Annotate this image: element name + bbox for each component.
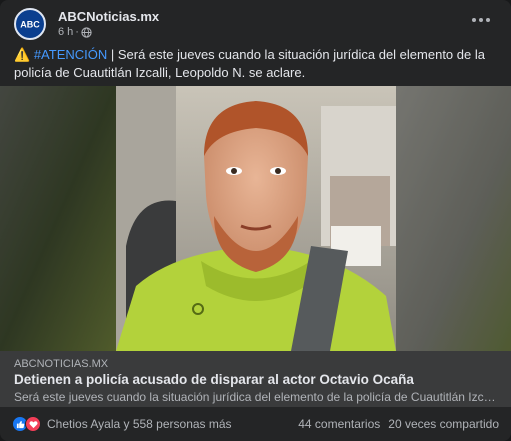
link-domain: ABCNOTICIAS.MX xyxy=(14,358,109,370)
meta-separator: · xyxy=(75,26,79,38)
globe-icon xyxy=(81,26,92,38)
post-meta: 6 h · xyxy=(58,26,92,38)
warning-emoji: ⚠️ xyxy=(14,47,31,62)
link-preview[interactable]: ABCNOTICIAS.MX Detienen a policía acusad… xyxy=(0,351,511,407)
post-header: ABC ABCNoticias.mx 6 h · xyxy=(14,8,499,40)
link-image[interactable] xyxy=(0,86,511,351)
dot-icon xyxy=(479,18,483,22)
reactions-text[interactable]: Chetios Ayala y 558 personas más xyxy=(47,417,232,431)
engagement-counts: 44 comentarios 20 veces compartido xyxy=(298,417,499,431)
page-avatar[interactable]: ABC xyxy=(14,8,46,40)
abc-logo-icon: ABC xyxy=(17,11,43,37)
post-text: ⚠️ #ATENCIÓN | Será este jueves cuando l… xyxy=(14,46,500,82)
link-headline[interactable]: Detienen a policía acusado de disparar a… xyxy=(14,372,414,387)
hashtag-link[interactable]: #ATENCIÓN xyxy=(34,47,107,62)
post-time[interactable]: 6 h xyxy=(58,26,73,38)
dot-icon xyxy=(486,18,490,22)
feed-post: ABC ABCNoticias.mx 6 h · ⚠️ #ATENCIÓN | … xyxy=(0,0,511,441)
reactions-summary[interactable]: Chetios Ayala y 558 personas más xyxy=(12,416,232,432)
more-options-button[interactable] xyxy=(469,10,493,30)
person-photo xyxy=(116,86,396,351)
shares-count[interactable]: 20 veces compartido xyxy=(388,417,499,431)
page-name[interactable]: ABCNoticias.mx xyxy=(58,9,159,24)
comments-count[interactable]: 44 comentarios xyxy=(298,417,380,431)
avatar-text: ABC xyxy=(20,20,40,30)
post-stats: Chetios Ayala y 558 personas más 44 come… xyxy=(12,416,499,434)
dot-icon xyxy=(472,18,476,22)
link-description: Será este jueves cuando la situación jur… xyxy=(14,390,500,404)
love-icon xyxy=(25,416,41,432)
